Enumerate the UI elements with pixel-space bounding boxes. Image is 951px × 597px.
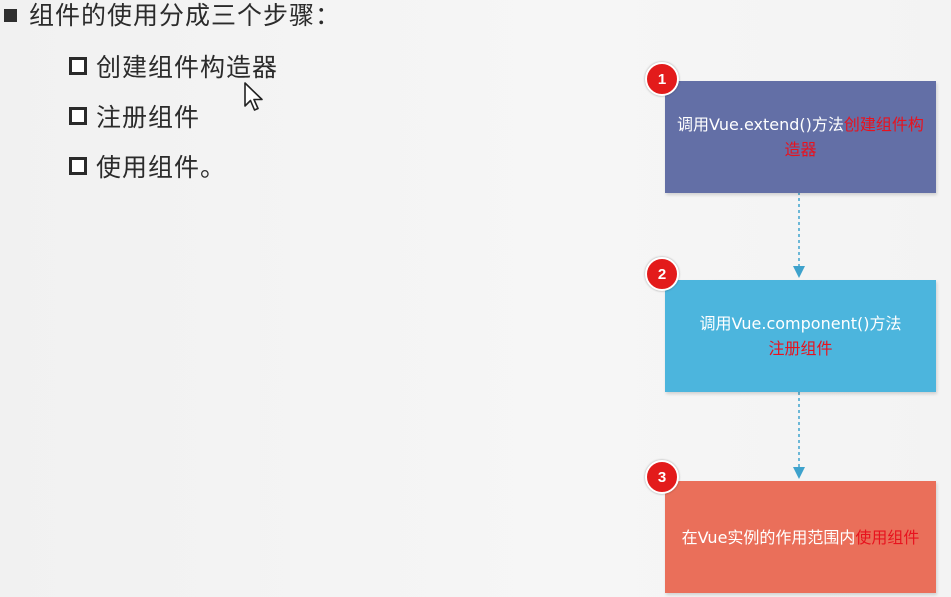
list-item: 创建组件构造器 bbox=[69, 48, 278, 84]
steps-list: 创建组件构造器 注册组件 使用组件。 bbox=[69, 48, 278, 198]
hollow-square-bullet-icon bbox=[69, 107, 87, 125]
hollow-square-bullet-icon bbox=[69, 57, 87, 75]
hollow-square-bullet-icon bbox=[69, 157, 87, 175]
square-bullet-icon bbox=[4, 8, 17, 22]
flow-step-use-box: 在Vue实例的作用范围内使用组件 bbox=[665, 481, 936, 593]
flow-step-create-box: 调用Vue.extend()方法创建组件构造器 bbox=[665, 81, 936, 193]
mouse-pointer-icon bbox=[244, 82, 263, 111]
step-number-badge: 3 bbox=[645, 460, 679, 494]
flow-step-text: 在Vue实例的作用范围内使用组件 bbox=[682, 525, 920, 550]
flow-step-register-box: 调用Vue.component()方法 注册组件 bbox=[665, 280, 936, 392]
step-label: 注册组件 bbox=[96, 103, 201, 132]
step-label: 创建组件构造器 bbox=[96, 53, 279, 82]
flow-connector-arrow bbox=[793, 392, 805, 479]
flow-step-text: 调用Vue.component()方法 注册组件 bbox=[700, 311, 902, 361]
flow-connector-arrow bbox=[793, 192, 805, 278]
step-label: 使用组件。 bbox=[96, 153, 227, 182]
slide-canvas: 组件的使用分成三个步骤： 创建组件构造器 注册组件 使用组件。 调用Vue.ex… bbox=[0, 0, 951, 597]
step-number-badge: 1 bbox=[645, 62, 679, 96]
flow-step-plain-text: 调用Vue.extend()方法 bbox=[677, 115, 844, 134]
flow-step-highlight-text: 注册组件 bbox=[768, 339, 833, 358]
flow-step-plain-text: 调用Vue.component()方法 bbox=[699, 314, 902, 333]
flow-step-highlight-text: 使用组件 bbox=[855, 527, 920, 547]
list-item: 使用组件。 bbox=[69, 148, 278, 184]
flow-step-plain-text: 在Vue实例的作用范围内 bbox=[681, 527, 856, 547]
flow-step-text: 调用Vue.extend()方法创建组件构造器 bbox=[673, 112, 928, 162]
heading-row: 组件的使用分成三个步骤： bbox=[4, 0, 341, 30]
step-number-badge: 2 bbox=[645, 257, 679, 291]
slide-heading: 组件的使用分成三个步骤： bbox=[29, 1, 342, 30]
